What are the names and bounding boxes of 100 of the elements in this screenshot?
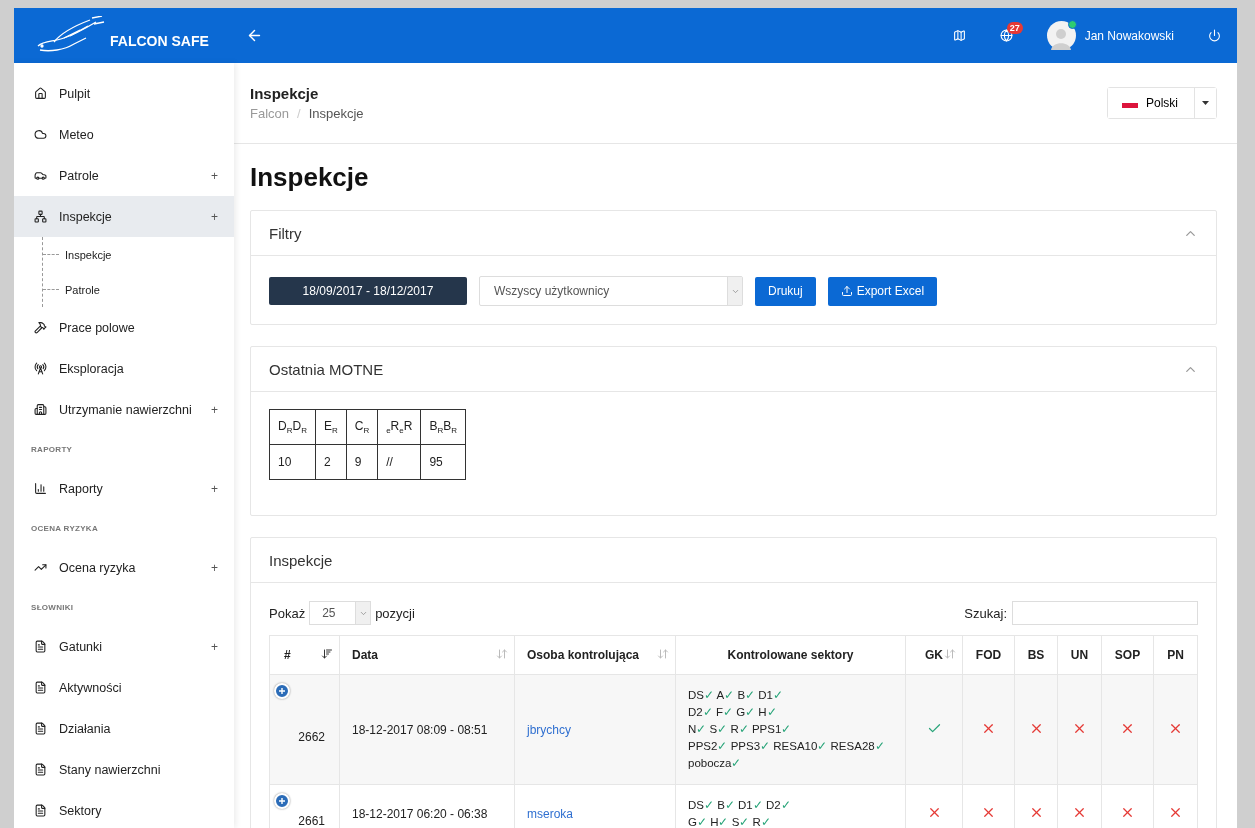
entries-label: pozycji: [375, 605, 415, 621]
person-silhouette-icon: [1050, 26, 1073, 50]
breadcrumb-item: Inspekcje: [308, 106, 364, 121]
column-header[interactable]: Osoba kontrolująca: [514, 635, 676, 675]
user-name[interactable]: Jan Nowakowski: [1084, 28, 1174, 43]
sector-list-line: DS✓ B✓ D1✓ D2✓: [688, 798, 792, 813]
column-header[interactable]: GK: [905, 635, 963, 675]
menu-item-icon: [34, 321, 47, 334]
user-link[interactable]: jbrychcy: [527, 722, 571, 737]
menu-item-icon: [34, 362, 47, 375]
sort-icon: [496, 648, 508, 660]
map-icon[interactable]: [952, 29, 966, 42]
avatar[interactable]: [1046, 21, 1076, 50]
notification-badge: 27: [1006, 22, 1023, 34]
menu-item-icon: [34, 482, 47, 495]
card-title: Ostatnia MOTNE: [269, 360, 384, 378]
sort-icon: [321, 648, 333, 660]
column-header[interactable]: Data: [339, 635, 515, 675]
card-title: Inspekcje: [269, 551, 333, 569]
power-icon[interactable]: [1208, 29, 1221, 42]
user-select[interactable]: Wszyscy użytkownicy: [479, 276, 743, 306]
menu-item-icon: [34, 169, 47, 182]
sidebar-item[interactable]: Gatunki +: [14, 626, 234, 667]
sidebar-item[interactable]: Aktywności: [14, 667, 234, 708]
card-title: Filtry: [269, 224, 302, 242]
sector-list-line: pobocza✓: [688, 756, 743, 771]
sidebar-item[interactable]: Utrzymanie nawierzchni +: [14, 389, 234, 430]
caret-icon: [1202, 101, 1209, 105]
sidebar-section-heading: OCENA RYZYKA: [30, 522, 99, 535]
plus-icon: [278, 797, 286, 805]
menu-item-icon: [34, 681, 47, 694]
breadcrumb-separator: /: [297, 106, 301, 121]
sidebar-item[interactable]: Ocena ryzyka +: [14, 547, 234, 588]
language-dropdown-toggle[interactable]: [1194, 88, 1216, 118]
table-cell: 10: [269, 444, 316, 480]
sidebar-item[interactable]: Sektory: [14, 790, 234, 828]
sidebar-item[interactable]: Działania: [14, 708, 234, 749]
sector-list-line: PPS2✓ PPS3✓ RESA10✓ RESA28✓: [688, 739, 886, 754]
table-cell: 9: [346, 444, 378, 480]
table-header: D$_{R}$D$_{R}$: [269, 409, 316, 445]
globe-button[interactable]: [999, 29, 1013, 42]
sort-icon: [944, 648, 956, 660]
column-header: SOP: [1101, 635, 1154, 675]
sidebar-section-heading: SŁOWNIKI: [30, 601, 75, 614]
column-header: Kontrolowane sektory: [675, 635, 906, 675]
date-range-button[interactable]: 18/09/2017 - 18/12/2017: [269, 277, 467, 305]
menu-item-icon: [34, 403, 47, 416]
sidebar-item[interactable]: Raporty +: [14, 468, 234, 509]
sector-list-line: D2✓ F✓ G✓ H✓: [688, 705, 778, 720]
user-link[interactable]: mseroka: [527, 807, 573, 821]
sidebar-section-heading: RAPORTY: [30, 443, 74, 456]
table-header: E$_{R}$: [315, 409, 347, 445]
column-header: FOD: [962, 635, 1015, 675]
heading: Inspekcje: [250, 162, 370, 193]
menu-item-icon: [34, 763, 47, 776]
sidebar-subitem[interactable]: Inspekcje: [43, 237, 234, 272]
page-title: Inspekcje: [250, 85, 320, 102]
sector-list-line: G✓ H✓ S✓ R✓: [688, 815, 772, 828]
print-button[interactable]: Drukuj: [755, 276, 816, 306]
sidebar-item[interactable]: Inspekcje +: [14, 196, 234, 237]
menu-item-icon: [34, 128, 47, 141]
plus-icon: [278, 687, 286, 695]
column-header: PN: [1153, 635, 1198, 675]
menu-item-icon: [34, 804, 47, 817]
table-header: $_{e}$R$_{e}$R: [377, 409, 421, 445]
export-button[interactable]: Export Excel: [827, 276, 938, 306]
upload-icon: [840, 285, 853, 297]
menu-item-icon: [34, 722, 47, 735]
table-cell: //: [377, 444, 421, 480]
table-header: C$_{R}$: [346, 409, 378, 445]
table-cell: 2: [315, 444, 347, 480]
menu-item-icon: [34, 561, 47, 574]
menu-item-icon: [34, 640, 47, 653]
table-cell: 95: [420, 444, 466, 480]
expand-row-button[interactable]: [274, 793, 290, 809]
expand-row-button[interactable]: [274, 683, 290, 699]
table-cell: 2662: [269, 674, 340, 785]
sector-list-line: DS✓ A✓ B✓ D1✓: [688, 688, 784, 703]
table-cell: 2661: [269, 784, 340, 828]
sidebar-item[interactable]: Meteo: [14, 114, 234, 155]
sidebar-item[interactable]: Patrole +: [14, 155, 234, 196]
column-header: BS: [1014, 635, 1058, 675]
sidebar-item[interactable]: Eksploracja: [14, 348, 234, 389]
sector-list-line: N✓ S✓ R✓ PPS1✓: [688, 722, 793, 737]
sidebar-item[interactable]: Stany nawierzchni: [14, 749, 234, 790]
table-header: B$_{R}$B$_{R}$: [420, 409, 466, 445]
sidebar-subitem[interactable]: Patrole: [43, 272, 234, 307]
search-field[interactable]: [1012, 601, 1198, 625]
column-header: UN: [1057, 635, 1102, 675]
back-button[interactable]: [246, 27, 263, 44]
page-size-select[interactable]: 25: [309, 601, 372, 625]
sidebar-item[interactable]: Pulpit: [14, 73, 234, 114]
column-header[interactable]: #: [269, 635, 340, 675]
search-label: Szukaj:: [964, 605, 1007, 621]
show-label: Pokaż: [269, 605, 306, 621]
brand-name: FALCON SAFE: [110, 32, 209, 49]
menu-item-icon: [34, 210, 47, 223]
sort-icon: [657, 648, 669, 660]
sidebar-item[interactable]: Prace polowe: [14, 307, 234, 348]
table-cell: 18-12-2017 08:09 - 08:51: [339, 674, 515, 785]
